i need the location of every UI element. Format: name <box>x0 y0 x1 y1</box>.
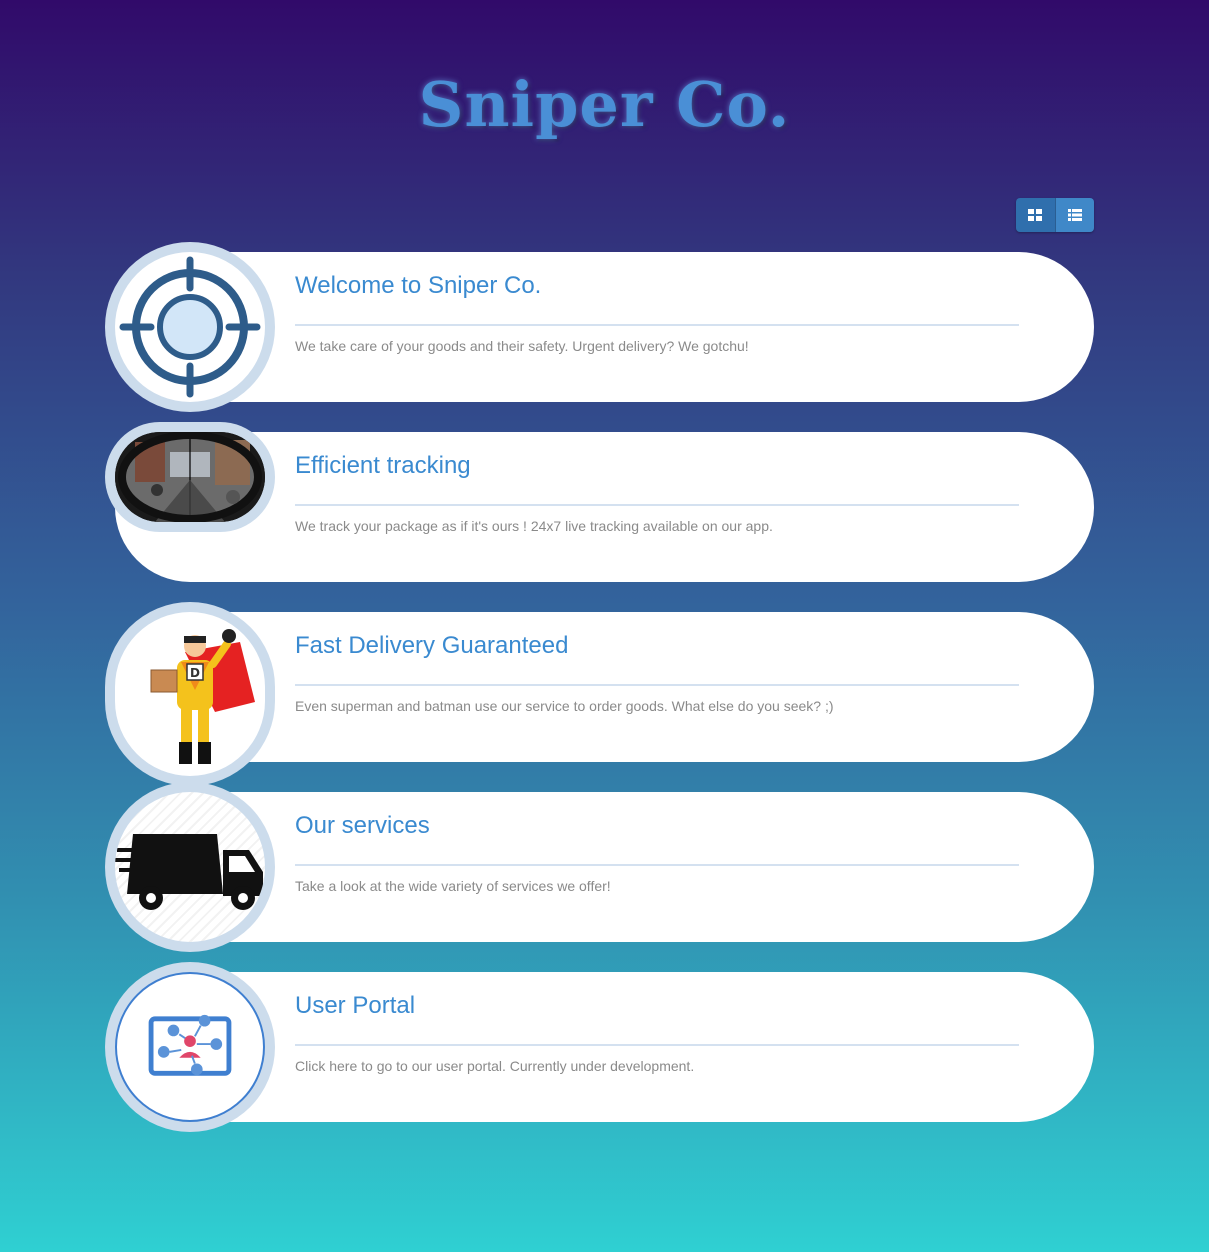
avatar-services <box>105 782 275 952</box>
card-title: User Portal <box>295 992 416 1019</box>
card-text: Even superman and batman use our service… <box>295 698 834 714</box>
view-toggle <box>1016 198 1094 232</box>
delivery-truck-icon <box>115 834 263 910</box>
grid-icon <box>1028 209 1043 221</box>
card-text: We track your package as if it's ours ! … <box>295 518 773 534</box>
site-title: Sniper Co. <box>418 68 791 141</box>
card-title: Our services <box>295 812 430 839</box>
card-divider <box>295 324 1019 326</box>
user-portal-icon <box>148 1014 232 1076</box>
card-divider <box>295 684 1019 686</box>
scope-view-image <box>115 432 265 522</box>
list-view-button[interactable] <box>1054 198 1094 232</box>
superhero-delivery-image: D <box>150 629 255 764</box>
card-title: Welcome to Sniper Co. <box>295 272 542 299</box>
card-divider <box>295 504 1019 506</box>
card-divider <box>295 864 1019 866</box>
avatar-user-portal <box>105 962 275 1132</box>
card-text: Click here to go to our user portal. Cur… <box>295 1058 695 1074</box>
card-title: Fast Delivery Guaranteed <box>295 632 569 659</box>
card-text: We take care of your goods and their saf… <box>295 338 749 354</box>
svg-text:D: D <box>190 666 200 680</box>
crosshair-icon <box>119 256 261 398</box>
card-title: Efficient tracking <box>295 452 471 479</box>
avatar-welcome <box>105 242 275 412</box>
list-icon <box>1067 209 1082 221</box>
avatar-fast-delivery: D <box>105 602 275 786</box>
card-text: Take a look at the wide variety of servi… <box>295 878 611 894</box>
avatar-tracking <box>105 422 275 532</box>
card-divider <box>295 1044 1019 1046</box>
grid-view-button[interactable] <box>1016 198 1055 232</box>
